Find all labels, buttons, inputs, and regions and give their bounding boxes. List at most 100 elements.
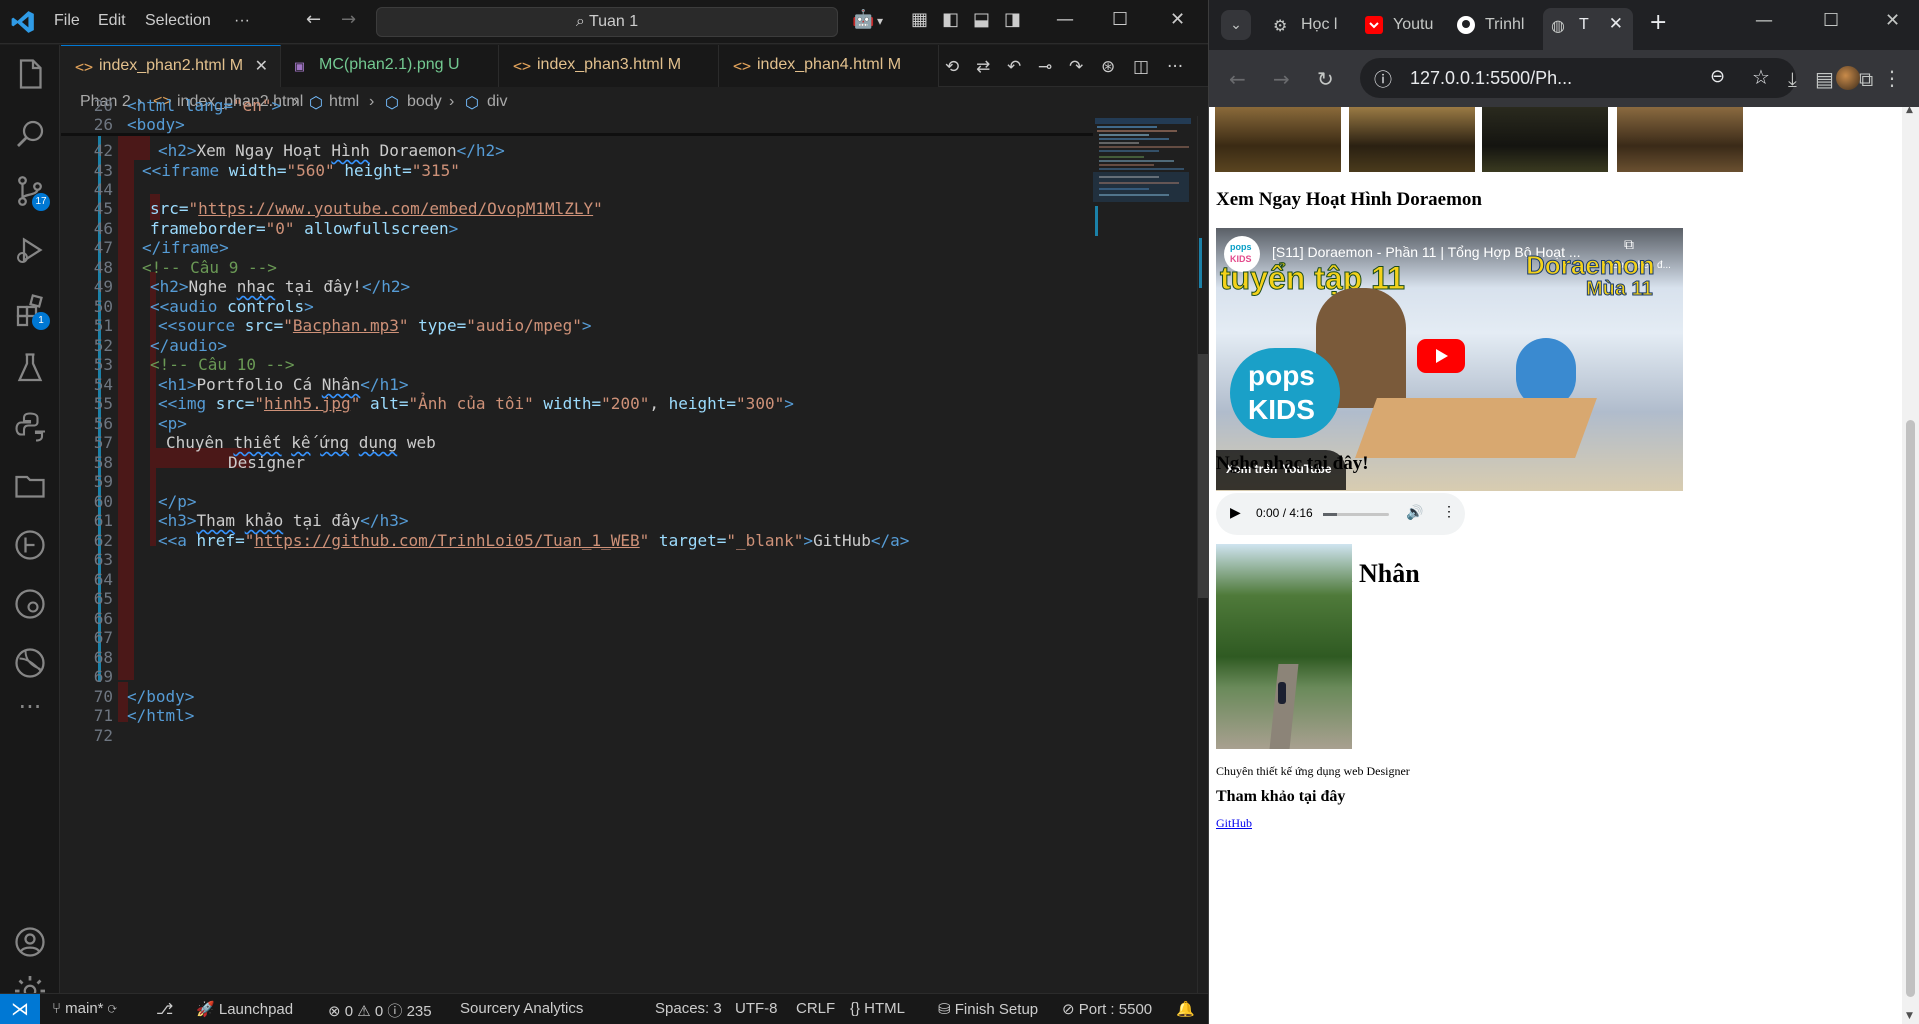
scroll-up-arrow-icon[interactable]: ▲ <box>1906 105 1913 115</box>
remote-indicator-icon[interactable]: ⋊ <box>0 994 40 1024</box>
menu-file[interactable]: File <box>54 12 80 30</box>
encoding-status[interactable]: UTF-8 <box>735 1000 778 1017</box>
new-tab-plus-icon[interactable]: + <box>1649 10 1667 35</box>
maximize-icon[interactable]: ☐ <box>1823 10 1839 31</box>
more-views-icon[interactable]: ··· <box>12 693 48 729</box>
more-actions-icon[interactable]: ··· <box>1167 57 1183 77</box>
profile-avatar[interactable] <box>1836 66 1860 90</box>
eol-status[interactable]: CRLF <box>796 1000 835 1017</box>
go-back-icon[interactable]: ↶ <box>1007 57 1021 77</box>
search-view-icon[interactable] <box>12 116 48 152</box>
github-link[interactable]: GitHub <box>1216 816 1252 831</box>
extensions-puzzle-icon[interactable]: ⧉ <box>1859 67 1873 91</box>
close-window-icon[interactable]: ✕ <box>1170 9 1185 30</box>
back-arrow-icon[interactable]: ← <box>1229 67 1246 91</box>
toggle-secondary-sidebar-icon[interactable]: ◨ <box>1004 9 1021 30</box>
timeline-icon[interactable]: ⟲ <box>945 57 959 77</box>
video-banner-right-season: Mùa 11 <box>1586 278 1654 301</box>
command-center-search[interactable]: ⌕ Tuan 1 <box>376 7 838 37</box>
branch-status[interactable]: ⑂ main* ⟳ <box>52 1000 117 1017</box>
nav-forward-icon[interactable]: → <box>341 9 356 30</box>
account-icon[interactable] <box>12 924 48 960</box>
extensions-badge: 1 <box>32 312 50 330</box>
zoom-icon[interactable]: ⊖ <box>1710 66 1725 87</box>
tab-search-chevron-icon[interactable]: ⌄ <box>1221 10 1251 40</box>
split-editor-icon[interactable]: ◫ <box>1133 57 1149 77</box>
scroll-down-arrow-icon[interactable]: ▼ <box>1906 1011 1913 1021</box>
close-icon[interactable]: ✕ <box>1609 14 1623 34</box>
menu-selection[interactable]: Selection <box>145 12 211 30</box>
customize-layout-icon[interactable]: ▦ <box>911 9 928 30</box>
indentation-status[interactable]: Spaces: 3 <box>655 1000 722 1017</box>
language-status[interactable]: {} HTML <box>850 1000 905 1017</box>
forward-arrow-icon[interactable]: → <box>1273 67 1290 91</box>
source-control-icon[interactable]: 17 <box>12 173 50 211</box>
chrome-tab-github[interactable]: Trinhl <box>1449 8 1539 42</box>
git-graph-status-icon[interactable]: ⎇ <box>156 1000 173 1018</box>
breadcrumb-body[interactable]: body <box>407 93 442 111</box>
live-server-port-status[interactable]: ⊘ Port : 5500 <box>1062 1000 1152 1018</box>
chrome-menu-icon[interactable]: ⋮ <box>1882 66 1902 90</box>
tab-mc-phan2-png[interactable]: ▣ MC(phan2.1).png U <box>281 45 499 87</box>
scrollbar-thumb[interactable] <box>1198 354 1208 598</box>
chevron-down-icon[interactable]: ▾ <box>877 14 883 28</box>
code-editor[interactable]: 20 <html lang="en"> 26 <body> 42 <h2>Xem… <box>61 96 1208 993</box>
youtube-embed[interactable]: pops KIDS [S11] Doraemon - Phần 11 | Tổn… <box>1216 228 1683 491</box>
toggle-primary-sidebar-icon[interactable]: ◧ <box>942 9 959 30</box>
maximize-icon[interactable]: ☐ <box>1112 9 1128 30</box>
menu-more[interactable]: ··· <box>234 12 250 30</box>
tab-index-phan4[interactable]: <> index_phan4.html M <box>719 45 939 87</box>
volume-icon[interactable]: 🔊 <box>1406 504 1423 521</box>
remote-explorer-icon[interactable] <box>12 645 48 681</box>
address-bar[interactable]: ⓘ 127.0.0.1:5500/Ph... ⊖ ☆ <box>1360 58 1796 98</box>
explorer-icon[interactable] <box>12 56 48 92</box>
folder-icon[interactable] <box>12 468 48 504</box>
go-forward-icon[interactable]: ↷ <box>1069 57 1083 77</box>
extensions-icon[interactable]: 1 <box>12 292 50 330</box>
menu-edit[interactable]: Edit <box>98 12 126 30</box>
finish-setup-status[interactable]: ⛁ Finish Setup <box>938 1000 1038 1018</box>
audio-progress[interactable] <box>1323 513 1389 516</box>
tab-index-phan2[interactable]: <> index_phan2.html M ✕ <box>61 45 281 87</box>
editor-scrollbar[interactable] <box>1197 116 1208 993</box>
launchpad-status[interactable]: 🚀 Launchpad <box>196 1000 293 1018</box>
download-icon[interactable]: ⤓ <box>1788 67 1797 91</box>
audio-more-icon[interactable]: ⋮ <box>1442 503 1456 520</box>
tab-index-phan3[interactable]: <> index_phan3.html M <box>499 45 719 87</box>
python-icon[interactable] <box>12 409 48 445</box>
notifications-bell-icon[interactable]: 🔔 <box>1176 1000 1195 1018</box>
vscode-window: File Edit Selection ··· ← → ⌕ Tuan 1 🤖 ▾… <box>0 0 1208 1024</box>
breadcrumb-html[interactable]: html <box>329 93 359 111</box>
extension-icon[interactable]: ▤ <box>1815 67 1834 91</box>
copilot-icon[interactable]: 🤖 <box>852 9 874 30</box>
sourcery-status[interactable]: Sourcery Analytics <box>460 1000 583 1017</box>
close-icon[interactable]: ✕ <box>255 56 268 75</box>
toggle-panel-icon[interactable]: ⬓ <box>973 9 990 30</box>
git-lens-icon[interactable] <box>12 586 48 622</box>
compare-changes-icon[interactable]: ⇄ <box>976 57 990 77</box>
breadcrumb-div[interactable]: div <box>487 93 507 111</box>
audio-player[interactable]: ▶ 0:00 / 4:16 🔊 ⋮ <box>1216 493 1465 535</box>
play-icon[interactable]: ▶ <box>1230 504 1241 521</box>
testing-icon[interactable] <box>12 350 48 386</box>
git-branch-icon[interactable]: ⊛ <box>1101 57 1115 77</box>
minimap[interactable] <box>1093 116 1197 993</box>
portfolio-image <box>1216 544 1352 749</box>
chrome-tab-hoc[interactable]: ⚙ Học l <box>1265 8 1355 42</box>
site-info-icon[interactable]: ⓘ <box>1374 66 1392 92</box>
commit-icon[interactable]: ⊸ <box>1038 57 1052 77</box>
chrome-tab-youtube[interactable]: Youtu <box>1357 8 1447 42</box>
minimize-icon[interactable]: — <box>1755 10 1773 31</box>
chrome-tab-active[interactable]: ◍ T ✕ <box>1543 8 1633 50</box>
minimize-icon[interactable]: — <box>1056 9 1074 30</box>
git-graph-icon[interactable] <box>12 527 48 563</box>
page-scrollbar-thumb[interactable] <box>1906 420 1915 997</box>
close-window-icon[interactable]: ✕ <box>1885 10 1900 31</box>
page-scrollbar[interactable]: ▲ ▼ <box>1902 105 1919 1024</box>
run-debug-icon[interactable] <box>12 232 48 268</box>
reload-icon[interactable]: ↻ <box>1317 67 1334 91</box>
problems-status[interactable]: ⊗ 0 ⚠ 0 ⓘ 235 <box>328 1000 432 1021</box>
nav-back-icon[interactable]: ← <box>306 9 321 30</box>
youtube-play-button[interactable] <box>1417 339 1465 373</box>
bookmark-star-icon[interactable]: ☆ <box>1752 65 1770 89</box>
